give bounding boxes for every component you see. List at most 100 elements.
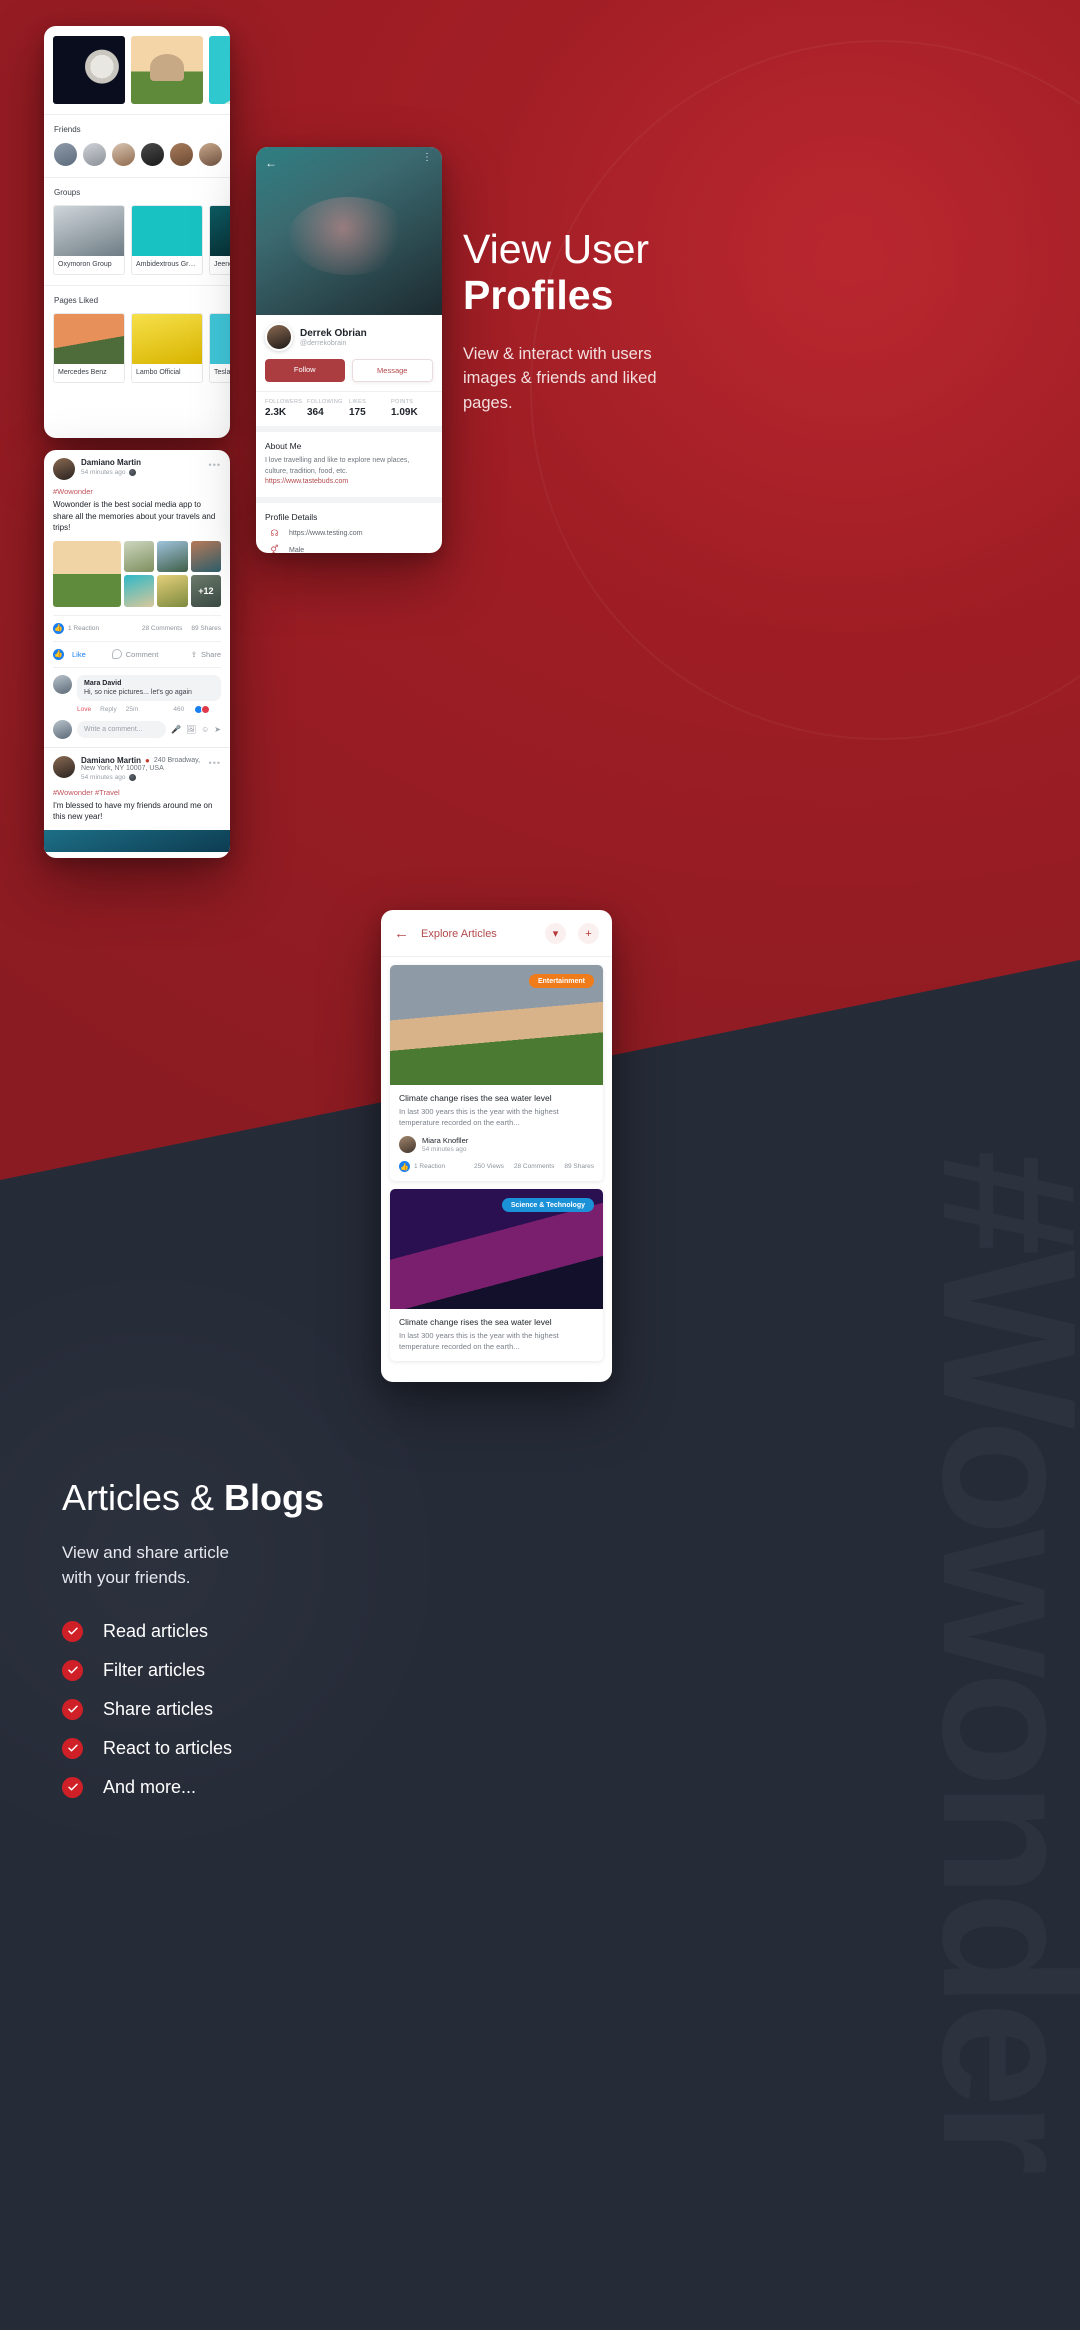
gallery-image-main[interactable]	[53, 540, 121, 607]
like-button[interactable]: 👍 Like	[53, 648, 86, 660]
category-badge[interactable]: Science & Technology	[501, 1198, 594, 1213]
post-tags[interactable]: #Wowonder #Travel	[53, 788, 221, 797]
avatar[interactable]	[53, 674, 72, 694]
gallery-more-overlay[interactable]: +12	[190, 575, 221, 607]
detail-value[interactable]: https://www.testing.com	[289, 530, 363, 537]
about-link[interactable]: https://www.tastebuds.com	[265, 478, 348, 485]
article-card[interactable]: Entertainment Climate change rises the s…	[390, 965, 603, 1182]
gallery-image[interactable]	[124, 575, 155, 607]
comment-count[interactable]: 28 Comments	[142, 625, 182, 632]
article-views: 250 Views	[474, 1163, 504, 1171]
photos-strip[interactable]	[53, 36, 230, 104]
articles-sub-line1: View and share article	[62, 1542, 229, 1562]
globe-icon: ☊	[270, 527, 279, 538]
reaction-count[interactable]: 1 Reaction	[68, 625, 99, 632]
post-location-line2[interactable]: New York, NY 10007, USA	[81, 765, 221, 772]
friends-avatar-row[interactable]	[53, 142, 230, 167]
page-tile[interactable]: Mercedes Benz	[53, 313, 125, 383]
phone-mockup-profile: ← ⋮ Derrek Obrian @derrekobrain Follow M…	[256, 147, 442, 553]
message-button[interactable]: Message	[351, 359, 433, 382]
follow-button[interactable]: Follow	[265, 359, 345, 382]
pages-liked-section: Pages Liked Mercedes Benz Lambo Official…	[44, 286, 230, 393]
avatar[interactable]	[53, 142, 78, 167]
kpi-likes[interactable]: LIKES 175	[349, 399, 391, 418]
mic-icon[interactable]: 🎤	[171, 725, 181, 734]
article-reactions[interactable]: 1 Reaction	[414, 1163, 445, 1170]
post-author-name[interactable]: Damiano Martin	[81, 458, 141, 467]
article-author: Miara Knofller 54 minutes ago	[399, 1136, 594, 1154]
avatar[interactable]	[53, 458, 75, 480]
more-dots-icon[interactable]: •••	[209, 460, 221, 470]
profiles-sub-line1: View & interact with users	[463, 344, 652, 363]
group-tile[interactable]: Jeenede Fir	[209, 205, 230, 275]
gallery-image[interactable]	[190, 540, 221, 573]
kpi-following[interactable]: FOLLOWING 364	[307, 399, 349, 418]
send-icon[interactable]: ➤	[214, 725, 221, 734]
kpi-points[interactable]: POINTS 1.09K	[391, 399, 433, 418]
friends-section: Friends	[44, 115, 230, 178]
page-tile[interactable]: Lambo Official	[131, 313, 203, 383]
article-shares[interactable]: 89 Shares	[564, 1163, 594, 1170]
article-comments[interactable]: 28 Comments	[514, 1163, 554, 1170]
more-dots-icon[interactable]: •••	[209, 758, 221, 768]
profile-action-buttons: Follow Message	[256, 351, 442, 391]
check-icon	[62, 1776, 83, 1798]
avatar[interactable]	[53, 755, 75, 778]
gallery-image[interactable]	[157, 575, 188, 607]
post-author-name[interactable]: Damiano Martin	[81, 756, 141, 765]
avatar[interactable]	[82, 142, 107, 167]
avatar[interactable]	[399, 1136, 416, 1154]
photo-palm-temple[interactable]	[131, 36, 203, 104]
comment-reaction-count[interactable]: 460	[173, 706, 184, 713]
back-arrow-icon[interactable]: ←	[394, 926, 409, 941]
avatar[interactable]	[198, 142, 223, 167]
about-me-section: About Me I love travelling and like to e…	[256, 426, 442, 497]
comment-love-button[interactable]: Love	[77, 706, 91, 713]
kpi-value: 1.09K	[391, 407, 418, 418]
gallery-more-count: +12	[198, 586, 214, 597]
about-line-1: I love travelling and like to explore ne…	[265, 457, 410, 464]
article-author-name[interactable]: Miara Knofller	[422, 1136, 468, 1145]
photo-moon[interactable]	[53, 36, 125, 104]
filter-icon[interactable]: ▾	[545, 923, 566, 944]
group-tile[interactable]: Oxymoron Group	[53, 205, 125, 275]
avatar[interactable]	[140, 142, 165, 167]
category-badge[interactable]: Entertainment	[528, 974, 594, 988]
avatar[interactable]	[265, 323, 293, 351]
kpi-label: FOLLOWERS	[265, 399, 303, 405]
photo-pool-aerial[interactable]	[209, 36, 230, 104]
emoji-icon[interactable]: ☺	[201, 725, 209, 734]
plus-icon[interactable]: +	[578, 923, 599, 944]
article-title[interactable]: Climate change rises the sea water level	[399, 1093, 594, 1103]
image-icon[interactable]: 🖼	[186, 725, 196, 734]
post-tags[interactable]: #Wowonder	[53, 487, 221, 496]
article-title[interactable]: Climate change rises the sea water level	[399, 1317, 594, 1327]
comment-reply-button[interactable]: Reply	[100, 706, 117, 713]
comment-author[interactable]: Mara David	[84, 680, 214, 687]
article-card[interactable]: Science & Technology Climate change rise…	[390, 1189, 603, 1362]
kpi-label: FOLLOWING	[307, 399, 343, 405]
comment-bubble: Mara David Hi, so nice pictures... let's…	[77, 674, 221, 701]
share-count[interactable]: 89 Shares	[191, 625, 221, 632]
post-location-line1[interactable]: 240 Broadway,	[154, 757, 200, 764]
thumbs-up-icon: 👍	[53, 648, 64, 660]
gallery-image[interactable]	[157, 540, 188, 573]
copy-block-articles: Articles & Blogs View and share article …	[62, 1478, 392, 1816]
page-tile[interactable]: Tesla Motors	[209, 313, 230, 383]
group-label: Ambidextrous Gro...	[136, 261, 199, 268]
article-stats: 👍 1 Reaction 250 Views 28 Comments 89 Sh…	[399, 1161, 594, 1173]
avatar[interactable]	[111, 142, 136, 167]
gallery-image[interactable]	[124, 540, 155, 573]
about-line-2: culture, tradition, food, etc.	[265, 467, 348, 475]
page-title: Explore Articles	[421, 927, 497, 940]
group-image	[210, 206, 230, 256]
write-comment-input[interactable]: Write a comment...	[77, 720, 166, 738]
back-arrow-icon[interactable]: ←	[265, 156, 277, 170]
avatar[interactable]	[169, 142, 194, 167]
kpi-followers[interactable]: FOLLOWERS 2.3K	[265, 399, 307, 418]
share-button[interactable]: ⇪ Share	[191, 650, 221, 659]
post-image[interactable]	[44, 829, 230, 852]
more-vertical-icon[interactable]: ⋮	[422, 152, 432, 162]
comment-button[interactable]: Comment	[111, 649, 158, 660]
group-tile[interactable]: Ambidextrous Gro...	[131, 205, 203, 275]
